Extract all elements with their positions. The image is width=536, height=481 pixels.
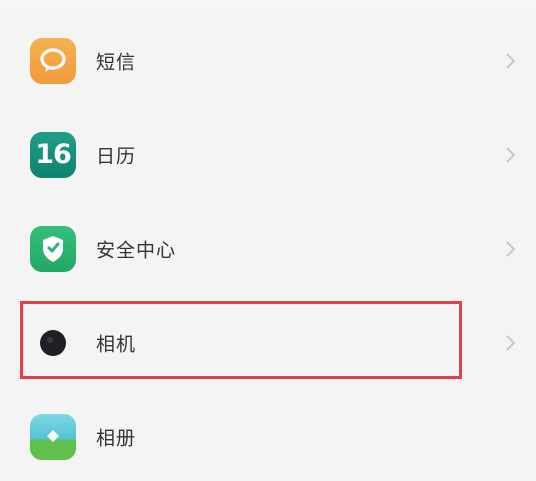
- top-divider: [0, 0, 536, 8]
- camera-lens-icon: [30, 320, 76, 366]
- settings-item-gallery[interactable]: 相册: [0, 390, 536, 481]
- chevron-right-icon: [504, 240, 518, 258]
- settings-item-sms[interactable]: 短信: [0, 14, 536, 108]
- settings-screen: 短信 16 日历 安全中心 相机 相册: [0, 0, 536, 481]
- settings-item-calendar[interactable]: 16 日历: [0, 108, 536, 202]
- settings-item-label: 相机: [96, 333, 137, 356]
- settings-item-camera[interactable]: 相机: [0, 296, 536, 390]
- gallery-landscape-icon: [30, 414, 76, 460]
- calendar-icon-day: 16: [35, 139, 72, 170]
- shield-icon: [30, 226, 76, 272]
- chevron-right-icon: [504, 146, 518, 164]
- chevron-right-icon: [504, 52, 518, 70]
- calendar-icon: 16: [30, 132, 76, 178]
- settings-item-label: 相册: [96, 427, 137, 450]
- chevron-right-icon: [504, 334, 518, 352]
- settings-item-security-center[interactable]: 安全中心: [0, 202, 536, 296]
- settings-item-label: 短信: [96, 51, 137, 74]
- settings-item-label: 日历: [96, 145, 137, 168]
- message-bubble-icon: [30, 38, 76, 84]
- settings-item-label: 安全中心: [96, 239, 177, 262]
